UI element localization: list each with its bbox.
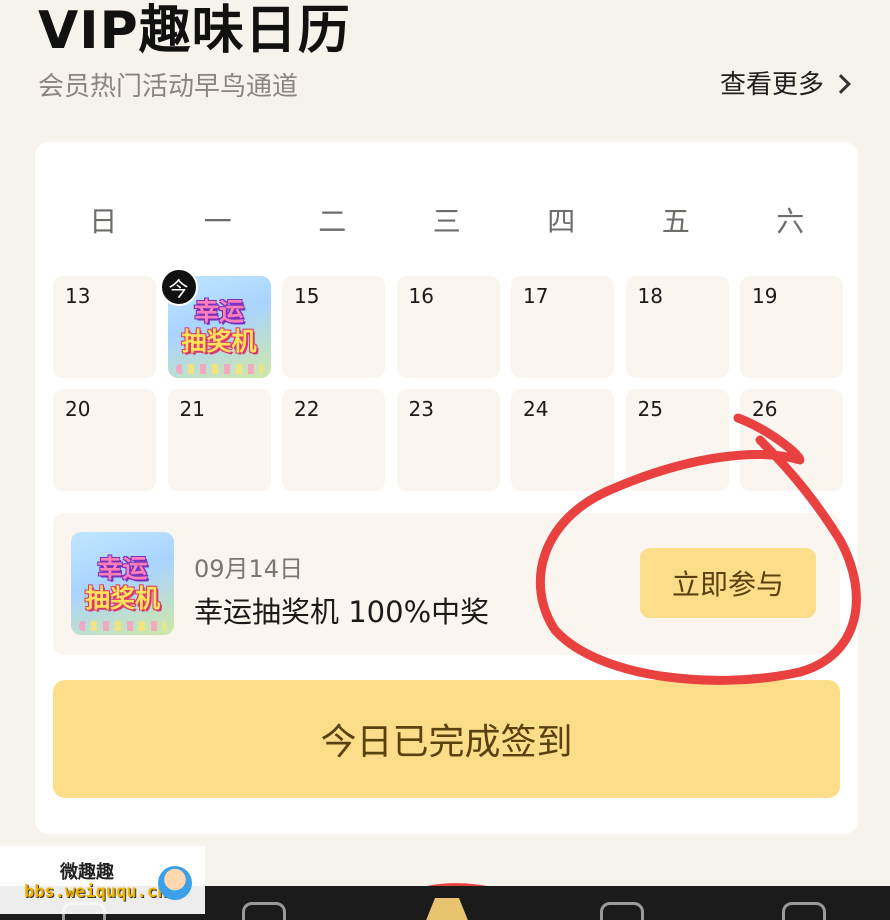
day-number: 17 [523,284,549,308]
event-art-line2: 抽奖机 [84,583,160,613]
calendar-day[interactable]: 15 [282,276,385,378]
profile-tab-icon[interactable] [782,902,826,920]
calendar-grid: 13 幸运 抽奖机 今 15 16 17 18 19 20 21 22 23 2… [53,268,843,491]
view-more-link[interactable]: 查看更多 [719,64,851,101]
lucky-draw-art: 幸运 抽奖机 [71,532,174,635]
weekday-fri: 五 [661,205,690,238]
event-title: 幸运抽奖机 100%中奖 [194,595,490,629]
view-more-label: 查看更多 [719,70,824,100]
calendar-day[interactable]: 19 [740,276,843,378]
watermark-name: 微趣趣 [60,862,114,883]
calendar-day[interactable]: 20 [53,389,156,491]
page-title: VIP趣味日历 [38,1,351,61]
day-number: 16 [408,284,434,308]
checkin-done-button[interactable]: 今日已完成签到 [53,680,840,798]
chevron-right-icon [831,73,851,94]
day-number: 22 [294,397,320,421]
weekday-sun: 日 [89,205,118,238]
day-number: 21 [179,397,205,421]
weekday-tue: 二 [318,205,347,238]
vip-tab-icon[interactable] [423,898,471,920]
day-number: 24 [523,397,549,421]
calendar-day[interactable]: 21 [167,389,271,491]
day-number: 20 [65,397,91,421]
event-row: 幸运 抽奖机 09月14日 幸运抽奖机 100%中奖 立即参与 [53,513,840,655]
day-number: 26 [752,397,778,421]
watermark-url: bbs.weiququ.cn [24,882,168,902]
day-number: 25 [637,397,663,421]
calendar-day[interactable]: 22 [282,389,385,491]
calendar-day[interactable]: 23 [396,389,500,491]
confetti-decoration [79,621,166,631]
confetti-decoration [175,364,263,374]
event-art-line1: 幸运 [97,553,148,583]
event-date: 09月14日 [194,555,304,583]
day-number: 15 [294,284,320,308]
calendar-day[interactable]: 24 [511,389,614,491]
day-number: 19 [752,284,778,308]
weekday-wed: 三 [432,205,461,238]
calendar-day[interactable]: 17 [511,276,614,378]
watermark: 微趣趣 bbs.weiququ.cn [0,846,205,914]
calendar-day-today[interactable]: 幸运 抽奖机 今 [159,268,271,378]
event-thumbnail: 幸运 抽奖机 [71,532,174,635]
cart-tab-icon[interactable] [600,902,644,920]
tv-tab-icon[interactable] [242,902,286,920]
join-now-button[interactable]: 立即参与 [640,548,816,618]
weekday-sat: 六 [776,205,805,238]
day-number: 18 [637,284,663,308]
page-subtitle: 会员热门活动早鸟通道 [38,72,299,102]
weekday-thu: 四 [547,205,576,238]
calendar-day[interactable]: 25 [625,389,729,491]
mascot-icon [158,866,192,900]
calendar-day[interactable]: 13 [53,276,156,378]
day-number: 13 [65,284,91,308]
thumb-text-line2: 抽奖机 [181,327,257,356]
weekday-header: 日 一 二 三 四 五 六 [35,200,858,240]
calendar-day[interactable]: 26 [740,389,843,491]
today-badge: 今 [159,268,198,306]
day-number: 23 [408,397,434,421]
thumb-text-line1: 幸运 [193,297,244,326]
calendar-day[interactable]: 18 [625,276,729,378]
weekday-mon: 一 [203,205,232,238]
calendar-card: 日 一 二 三 四 五 六 13 幸运 抽奖机 今 15 16 17 18 19… [35,142,858,834]
calendar-day[interactable]: 16 [396,276,500,378]
